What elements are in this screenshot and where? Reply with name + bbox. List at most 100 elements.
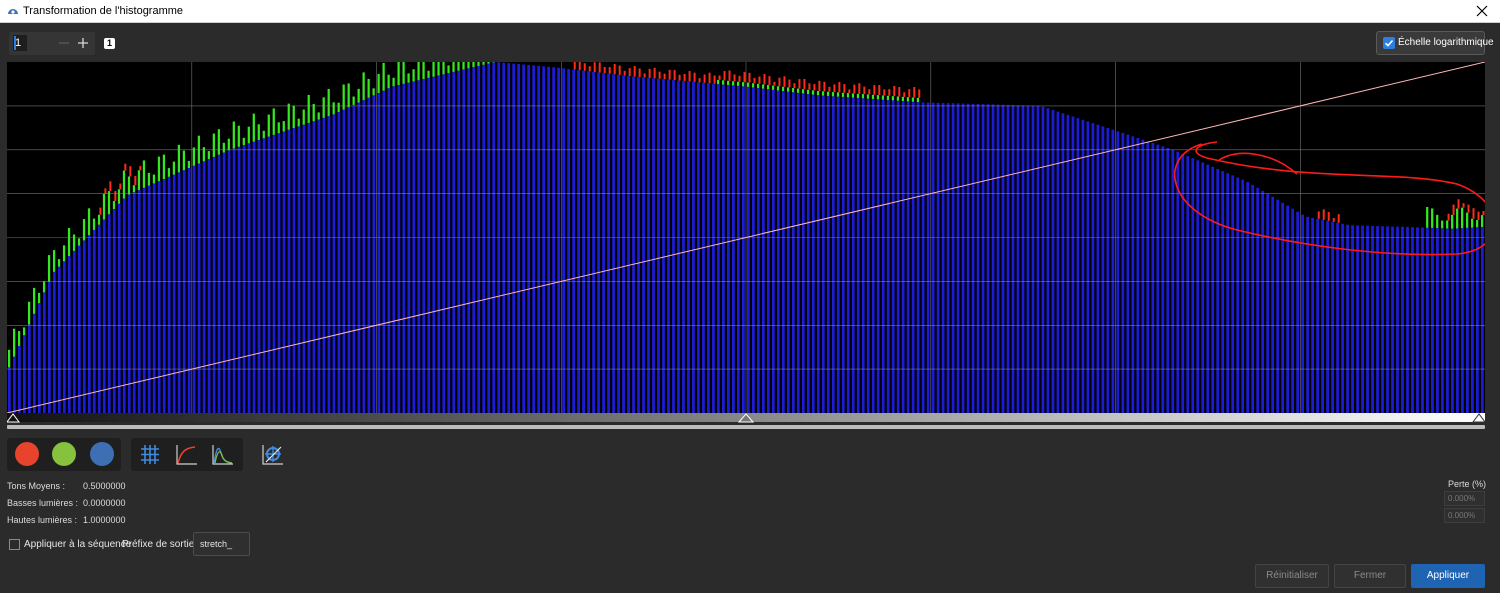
apply-sequence-checkbox[interactable] xyxy=(9,539,20,550)
green-bar xyxy=(1461,207,1464,229)
close-button[interactable]: Fermer xyxy=(1334,564,1406,588)
green-bar xyxy=(876,95,880,100)
blue-bar xyxy=(986,104,990,413)
histogram-scrollbar xyxy=(7,425,1485,429)
green-bar xyxy=(382,62,385,91)
blue-bar xyxy=(1266,193,1270,413)
blue-bar xyxy=(1426,227,1429,413)
green-bar xyxy=(182,150,186,171)
blue-bar xyxy=(627,76,630,413)
blue-bar xyxy=(8,367,11,413)
blue-bar xyxy=(57,266,61,413)
green-bar xyxy=(472,62,475,68)
blue-bar xyxy=(652,78,655,413)
plus-icon[interactable] xyxy=(75,35,91,51)
green-bar xyxy=(791,88,795,93)
histogram-preview-icon[interactable] xyxy=(207,441,237,468)
green-bar xyxy=(32,287,36,314)
blue-bar xyxy=(816,95,820,413)
image-index-spinner[interactable]: 1 xyxy=(9,32,95,55)
blue-bar xyxy=(427,77,431,413)
histogram-panel[interactable] xyxy=(7,62,1485,431)
curve-icon[interactable] xyxy=(171,441,201,468)
green-bar xyxy=(806,89,810,94)
red-bar xyxy=(753,77,756,84)
blue-channel-button[interactable] xyxy=(90,442,114,466)
midtones-value[interactable]: 0.5000000 xyxy=(83,481,126,491)
minus-icon[interactable] xyxy=(56,35,72,51)
blue-bar xyxy=(876,99,880,413)
blue-bar xyxy=(1301,214,1304,413)
green-bar xyxy=(22,327,26,336)
green-bar xyxy=(901,96,905,102)
red-channel-button[interactable] xyxy=(15,442,39,466)
blue-bar xyxy=(1186,156,1190,413)
green-bar xyxy=(487,62,490,64)
blue-bar xyxy=(577,70,580,414)
blue-bar xyxy=(1396,226,1399,413)
red-bar xyxy=(768,76,771,86)
highlights-value[interactable]: 1.0000000 xyxy=(83,515,126,525)
blue-bar xyxy=(1466,227,1469,413)
green-bar xyxy=(117,189,121,204)
blue-bar xyxy=(127,194,131,413)
blue-bar xyxy=(347,107,351,413)
green-bar xyxy=(816,90,820,96)
blue-bar xyxy=(697,82,700,413)
blue-bar xyxy=(162,179,166,413)
red-bar xyxy=(583,63,586,71)
reset-button[interactable]: Réinitialiser xyxy=(1255,564,1329,588)
output-prefix-label: Préfixe de sortie : xyxy=(122,539,200,550)
blue-bar xyxy=(836,96,840,413)
grid-icon[interactable] xyxy=(135,441,165,468)
blue-bar xyxy=(727,85,730,413)
blue-bar xyxy=(996,104,1000,414)
blue-bar xyxy=(432,76,436,413)
shadows-label: Basses lumières : xyxy=(7,498,79,508)
blue-bar xyxy=(1316,218,1319,413)
blue-bar xyxy=(1451,228,1454,413)
blue-bar xyxy=(257,139,261,413)
shadows-value[interactable]: 0.0000000 xyxy=(83,498,126,508)
blue-bar xyxy=(382,90,386,414)
blue-bar xyxy=(37,303,41,413)
green-bar xyxy=(722,80,725,85)
auto-stretch-icon[interactable] xyxy=(257,441,287,468)
blue-bar xyxy=(482,64,486,414)
red-bar xyxy=(718,75,721,80)
output-prefix-input[interactable]: stretch_ xyxy=(193,532,250,556)
blue-bar xyxy=(297,126,301,413)
channel-toggle-group xyxy=(7,438,121,471)
checkbox-checked-icon[interactable] xyxy=(1383,37,1395,49)
blue-bar xyxy=(916,102,920,413)
blue-bar xyxy=(1276,199,1280,413)
blue-bar xyxy=(906,101,910,413)
apply-button[interactable]: Appliquer xyxy=(1411,564,1485,588)
blue-bar xyxy=(352,104,356,413)
green-bar xyxy=(302,109,305,125)
blue-bar xyxy=(1386,226,1389,413)
blue-bar xyxy=(1131,136,1135,413)
blue-bar xyxy=(1071,116,1075,413)
histogram-chart[interactable] xyxy=(7,62,1485,431)
blue-bar xyxy=(532,65,536,413)
green-channel-button[interactable] xyxy=(52,442,76,466)
green-bar xyxy=(776,86,780,91)
close-icon[interactable] xyxy=(1474,3,1490,19)
log-scale-toggle[interactable]: Échelle logarithmique xyxy=(1376,31,1494,55)
red-bar xyxy=(778,77,781,87)
green-bar xyxy=(327,88,330,117)
green-bar xyxy=(172,161,176,175)
red-bar xyxy=(593,62,596,72)
blue-bar xyxy=(901,101,905,413)
blue-bar xyxy=(1031,105,1035,414)
blue-bar xyxy=(172,174,176,413)
red-bar xyxy=(643,73,646,78)
blue-bar xyxy=(1351,225,1354,413)
blue-bar xyxy=(1381,226,1384,413)
green-bar xyxy=(866,94,870,99)
blue-bar xyxy=(971,103,975,413)
blue-bar xyxy=(1321,219,1324,413)
blue-bar xyxy=(207,159,211,413)
green-bar xyxy=(292,105,295,129)
